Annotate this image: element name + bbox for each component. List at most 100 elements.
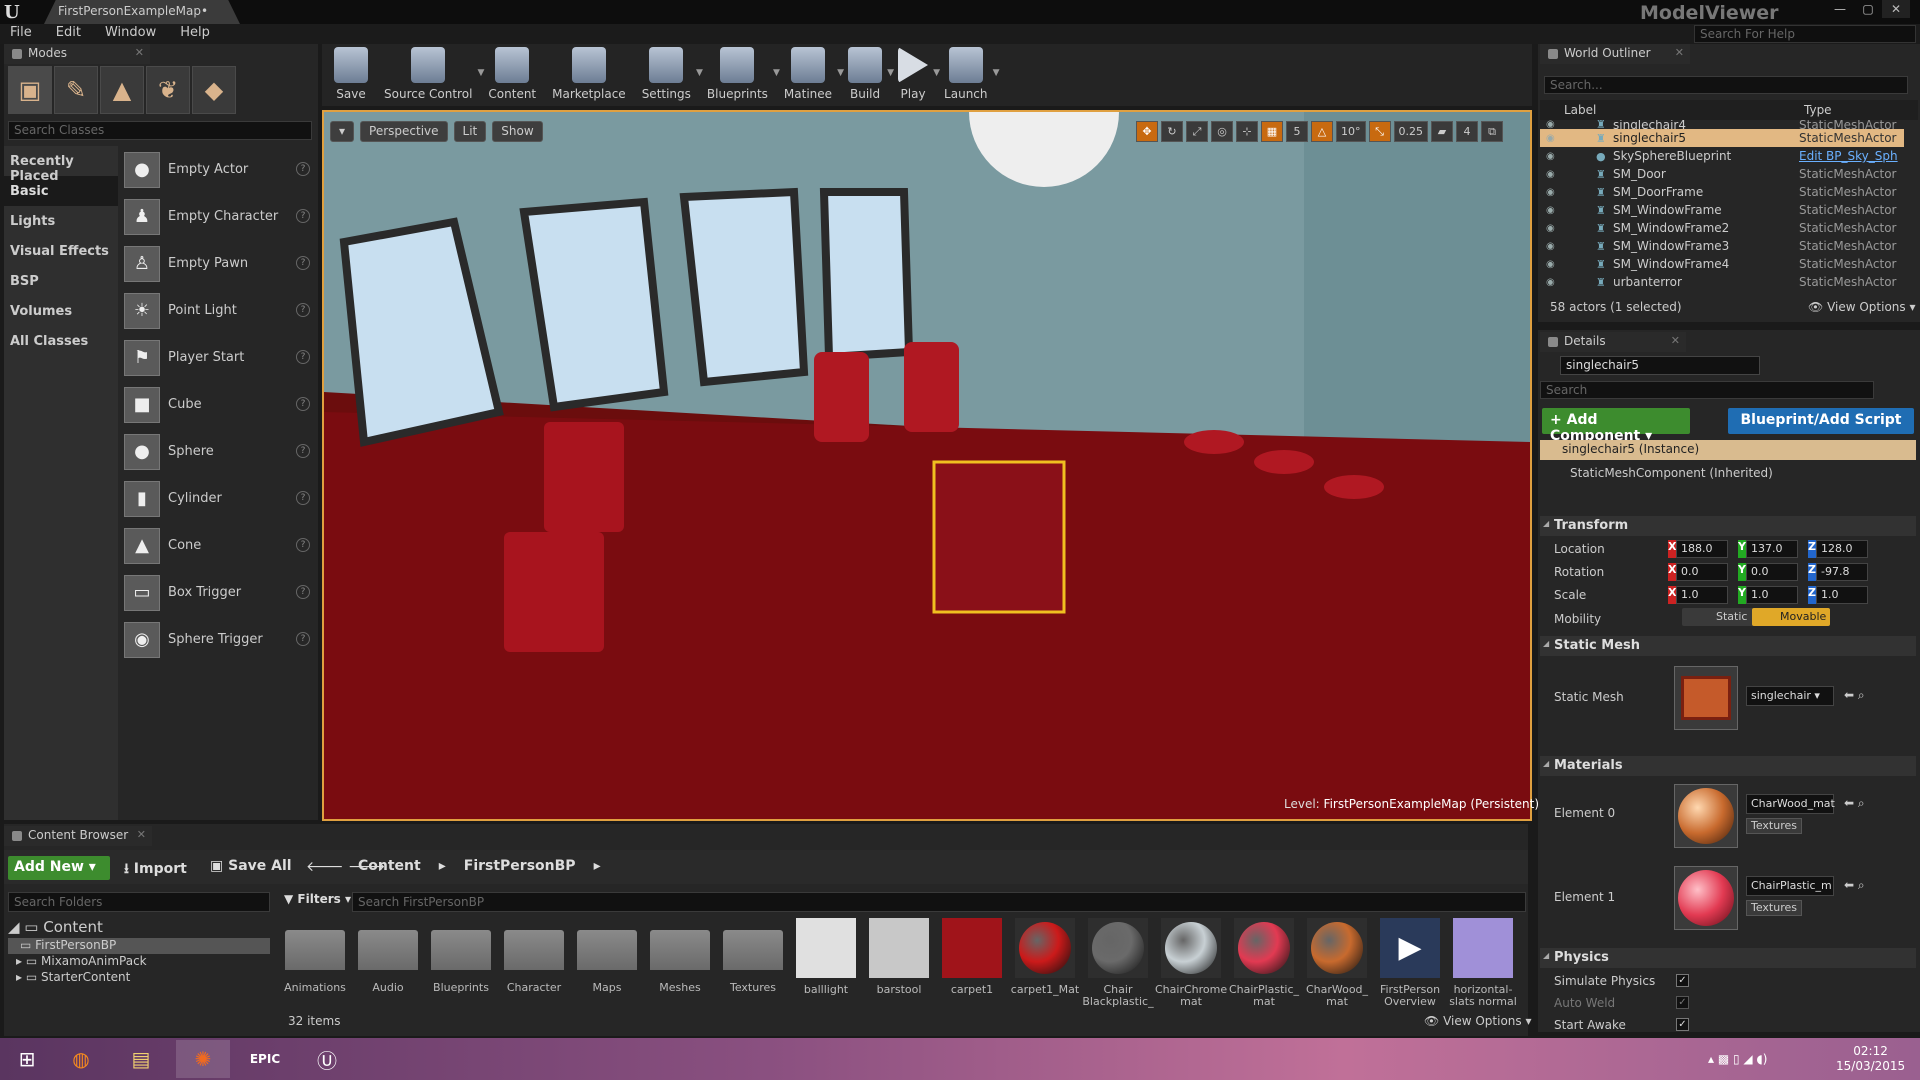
source-control-button[interactable]: Source Control ▼	[376, 44, 484, 104]
asset-tile[interactable]: Blueprints	[428, 916, 494, 1008]
scale-y[interactable]: 1.0	[1746, 586, 1798, 604]
eye-icon[interactable]: ◉	[1546, 169, 1560, 180]
col-label[interactable]: Label	[1564, 103, 1596, 117]
transform-section-header[interactable]: Transform	[1540, 516, 1916, 536]
content-view-options[interactable]: 👁 View Options ▾	[1424, 1014, 1532, 1028]
tree-item-content[interactable]: ◢ ▭ Content	[8, 918, 270, 938]
place-mode-icon[interactable]: ▣	[8, 66, 52, 114]
content-browser-tab[interactable]: Content Browser ✕	[4, 826, 152, 846]
asset-search-input[interactable]: Search FirstPersonBP	[352, 892, 1526, 912]
placeable-item[interactable]: ▲ Cone?	[124, 522, 314, 569]
edit-blueprint-link[interactable]: Edit BP_Sky_Sph	[1799, 149, 1898, 163]
simulate-physics-checkbox[interactable]: ✓	[1676, 974, 1689, 987]
component-instance-row[interactable]: singlechair5 (Instance)	[1540, 440, 1916, 460]
add-new-button[interactable]: Add New ▾	[8, 856, 110, 880]
help-icon[interactable]: ?	[296, 256, 310, 270]
perspective-button[interactable]: Perspective	[360, 121, 448, 142]
help-icon[interactable]: ?	[296, 162, 310, 176]
placeable-item[interactable]: ♟ Empty Character?	[124, 193, 314, 240]
save-button[interactable]: Save	[326, 44, 376, 104]
translate-icon[interactable]: ✥	[1136, 121, 1158, 142]
scale-z[interactable]: 1.0	[1816, 586, 1868, 604]
use-selected-arrow-icon[interactable]: ⬅ ⌕	[1844, 796, 1865, 811]
category-all-classes[interactable]: All Classes	[4, 326, 118, 356]
grid-snap-icon[interactable]: ▦	[1261, 121, 1283, 142]
col-type[interactable]: Type	[1804, 103, 1832, 117]
material-thumbnail[interactable]	[1674, 784, 1738, 848]
material-0-combo[interactable]: CharWood_mat	[1746, 794, 1835, 814]
asset-tile[interactable]: balllight	[793, 916, 859, 1008]
textures-0-button[interactable]: Textures	[1746, 818, 1802, 834]
asset-tile[interactable]: Animations	[282, 916, 348, 1008]
help-icon[interactable]: ?	[296, 632, 310, 646]
tree-item-mixamoanimpack[interactable]: ▸ ▭ MixamoAnimPack	[8, 954, 270, 970]
menu-help[interactable]: Help	[180, 24, 220, 44]
play-button[interactable]: Play ▼	[890, 44, 940, 104]
close-icon[interactable]: ✕	[1671, 334, 1680, 347]
asset-tile[interactable]: ▶ FirstPerson Overview	[1377, 916, 1443, 1008]
build-button[interactable]: Build ▼	[840, 44, 894, 104]
foliage-mode-icon[interactable]: ❦	[146, 66, 190, 114]
outliner-search-input[interactable]: Search...	[1544, 76, 1908, 94]
eye-icon[interactable]: ◉	[1546, 133, 1560, 144]
outliner-row[interactable]: ◉ ♜ SM_WindowFrame2 StaticMeshActor	[1540, 219, 1904, 237]
scale-snap-value[interactable]: 0.25	[1393, 121, 1428, 142]
placeable-item[interactable]: ● Empty Actor?	[124, 146, 314, 193]
close-icon[interactable]: ✕	[1882, 0, 1910, 18]
eye-icon[interactable]: ◉	[1546, 205, 1560, 216]
maximize-icon[interactable]: ▢	[1854, 0, 1882, 18]
help-icon[interactable]: ?	[296, 209, 310, 223]
minimize-icon[interactable]: —	[1826, 0, 1854, 18]
breadcrumb-content[interactable]: Content	[358, 858, 421, 874]
breadcrumb-firstpersonbp[interactable]: FirstPersonBP	[464, 858, 576, 874]
taskbar-clock[interactable]: 02:12 15/03/2015	[1836, 1044, 1905, 1074]
category-visual-effects[interactable]: Visual Effects	[4, 236, 118, 266]
outliner-view-options[interactable]: 👁 View Options ▾	[1808, 300, 1916, 314]
import-button[interactable]: ⭳ Import	[124, 858, 187, 882]
static-mesh-combo[interactable]: singlechair ▾	[1746, 686, 1834, 706]
settings-button[interactable]: Settings ▼	[634, 44, 703, 104]
physics-section-header[interactable]: Physics	[1540, 948, 1916, 968]
blender-icon[interactable]: ✺	[176, 1040, 230, 1078]
help-icon[interactable]: ?	[296, 538, 310, 552]
placeable-item[interactable]: ▮ Cylinder?	[124, 475, 314, 522]
placeable-item[interactable]: ■ Cube?	[124, 381, 314, 428]
grid-size[interactable]: 5	[1286, 121, 1308, 142]
save-all-button[interactable]: ▣ Save All	[210, 858, 292, 874]
static-mesh-thumbnail[interactable]	[1674, 666, 1738, 730]
static-mesh-component-row[interactable]: StaticMeshComponent (Inherited)	[1552, 466, 1773, 480]
help-icon[interactable]: ?	[296, 444, 310, 458]
location-x[interactable]: 188.0	[1676, 540, 1728, 558]
world-outliner-tab[interactable]: World Outliner ✕	[1540, 44, 1690, 64]
eye-icon[interactable]: ◉	[1546, 151, 1560, 162]
outliner-row[interactable]: ◉ ♜ SM_WindowFrame StaticMeshActor	[1540, 201, 1904, 219]
category-bsp[interactable]: BSP	[4, 266, 118, 296]
tree-item-startercontent[interactable]: ▸ ▭ StarterContent	[8, 970, 270, 986]
rotation-z[interactable]: -97.8	[1816, 563, 1868, 581]
close-icon[interactable]: ✕	[1675, 46, 1684, 59]
help-icon[interactable]: ?	[296, 585, 310, 599]
world-icon[interactable]: ◎	[1211, 121, 1233, 142]
placeable-item[interactable]: ☀ Point Light?	[124, 287, 314, 334]
material-thumbnail[interactable]	[1674, 866, 1738, 930]
asset-tile[interactable]: Meshes	[647, 916, 713, 1008]
menu-file[interactable]: File	[10, 24, 42, 44]
details-search-input[interactable]: Search	[1540, 381, 1874, 399]
scale-x[interactable]: 1.0	[1676, 586, 1728, 604]
eye-icon[interactable]: ◉	[1546, 223, 1560, 234]
blueprints-button[interactable]: Blueprints ▼	[699, 44, 780, 104]
marketplace-button[interactable]: Marketplace	[544, 44, 634, 104]
rotation-x[interactable]: 0.0	[1676, 563, 1728, 581]
asset-tile[interactable]: Character	[501, 916, 567, 1008]
outliner-row[interactable]: ◉ ♜ SM_Door StaticMeshActor	[1540, 165, 1904, 183]
camera-speed-icon[interactable]: ▰	[1431, 121, 1453, 142]
asset-tile[interactable]: CharWood_ mat	[1304, 916, 1370, 1008]
menu-edit[interactable]: Edit	[56, 24, 91, 44]
eye-icon[interactable]: ◉	[1546, 259, 1560, 270]
outliner-row[interactable]: ◉ ♜ urbanterror StaticMeshActor	[1540, 273, 1904, 291]
menu-window[interactable]: Window	[105, 24, 166, 44]
camera-speed-value[interactable]: 4	[1456, 121, 1478, 142]
viewport-menu-button[interactable]: ▾	[330, 121, 355, 142]
eye-icon[interactable]: ◉	[1546, 277, 1560, 288]
lit-button[interactable]: Lit	[453, 121, 487, 142]
